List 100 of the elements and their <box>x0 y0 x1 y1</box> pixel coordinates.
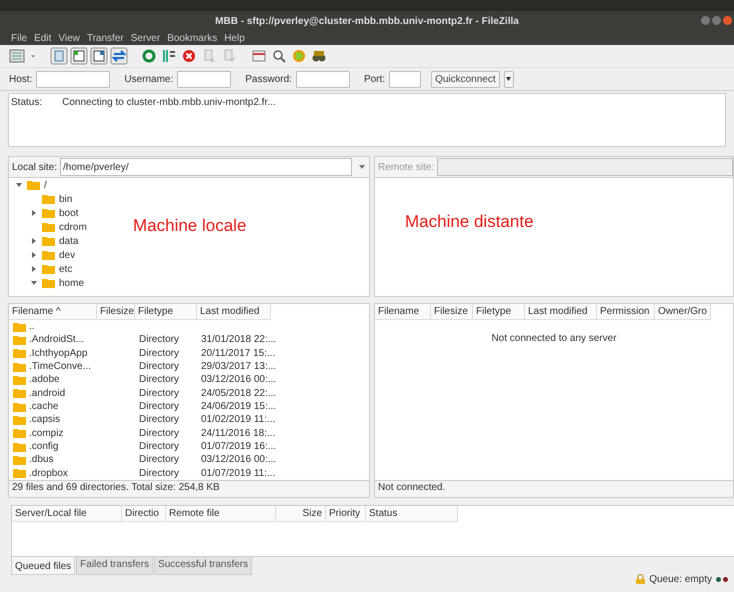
column-header[interactable]: Permission <box>597 304 655 319</box>
file-date: 24/11/2016 18:... <box>201 428 276 439</box>
field-label: Host: <box>9 74 32 84</box>
caret-icon <box>506 77 512 81</box>
quickconnect-button[interactable]: Quickconnect <box>431 70 500 88</box>
input-field[interactable] <box>177 70 232 88</box>
column-header[interactable]: Filename ^ <box>9 304 97 319</box>
file-name[interactable]: .android <box>29 388 66 399</box>
column-header[interactable]: Filetype <box>473 304 525 319</box>
input-field[interactable] <box>36 70 110 88</box>
dropdown-button[interactable] <box>504 70 514 88</box>
file-name[interactable]: .AndroidSt... <box>29 334 84 346</box>
file-type: Directory <box>139 401 180 412</box>
file-type: Directory <box>139 348 180 359</box>
tree-item[interactable]: / <box>44 180 47 190</box>
folder-icon <box>42 264 55 274</box>
site-manager-icon[interactable] <box>10 50 24 62</box>
transfer-queue-toggle-icon[interactable] <box>110 48 128 64</box>
file-type: Directory <box>139 414 180 426</box>
tree-item[interactable]: cdrom <box>59 222 87 232</box>
column-header[interactable]: Last modified <box>525 304 597 319</box>
expander-icon[interactable] <box>16 182 22 188</box>
caret-icon[interactable] <box>31 55 35 58</box>
file-name[interactable]: .TimeConve... <box>29 361 91 372</box>
column-header[interactable]: Directio <box>122 506 166 521</box>
menu-item[interactable]: Edit <box>34 32 52 44</box>
menu-item[interactable]: Server <box>130 32 160 44</box>
menu-item[interactable]: View <box>58 32 80 44</box>
folder-icon <box>13 428 26 438</box>
folder-icon <box>42 222 55 232</box>
tree-item[interactable]: dev <box>59 250 76 260</box>
path-field[interactable]: /home/pverley/ <box>60 158 352 176</box>
local-tree-toggle-icon[interactable] <box>70 48 88 64</box>
file-name[interactable]: .compiz <box>29 428 64 439</box>
folder-icon <box>13 468 26 478</box>
column-header[interactable]: Filename <box>375 304 431 319</box>
refresh-icon[interactable] <box>142 50 156 62</box>
tree-item[interactable]: home <box>59 278 84 288</box>
queue-status: Queue: empty <box>649 574 712 584</box>
expander-icon[interactable] <box>31 252 37 258</box>
close-icon[interactable] <box>723 16 732 25</box>
column-header[interactable]: Size <box>276 506 326 521</box>
expander-icon[interactable] <box>31 238 37 244</box>
folder-icon <box>13 442 26 452</box>
expander-icon[interactable] <box>31 266 37 272</box>
cancel-icon[interactable] <box>183 50 195 62</box>
expander-icon[interactable] <box>31 210 37 216</box>
tab[interactable]: Queued files <box>11 557 76 575</box>
column-header[interactable]: Status <box>366 506 458 521</box>
file-name[interactable]: .capsis <box>29 414 60 426</box>
tree-item[interactable]: data <box>59 236 78 246</box>
file-name[interactable]: .dbus <box>29 454 54 466</box>
column-header[interactable]: Last modified <box>197 304 271 319</box>
column-header[interactable]: Filesize <box>431 304 473 319</box>
tree-item[interactable]: bin <box>59 194 72 204</box>
column-header[interactable]: Remote file <box>166 506 276 521</box>
column-header[interactable]: Filetype <box>135 304 197 319</box>
file-date: 03/12/2016 00:... <box>201 454 276 466</box>
file-name[interactable]: .. <box>29 321 35 332</box>
tab[interactable]: Failed transfers <box>76 557 154 575</box>
input-field[interactable] <box>389 70 422 88</box>
file-date: 01/07/2019 11:... <box>201 468 276 479</box>
column-header[interactable]: Filesize <box>97 304 135 319</box>
folder-icon <box>13 414 26 425</box>
file-name[interactable]: .config <box>29 441 58 452</box>
file-name[interactable]: .cache <box>29 401 58 412</box>
menu-item[interactable]: File <box>11 32 28 44</box>
column-header[interactable]: Owner/Gro <box>655 304 711 319</box>
file-type: Directory <box>139 334 180 346</box>
minimize-icon[interactable] <box>701 16 710 25</box>
file-name[interactable]: .adobe <box>29 374 60 386</box>
message-log-toggle-icon[interactable] <box>50 48 68 64</box>
window-title: MBB - sftp://pverley@cluster-mbb.mbb.univ-montp2.fr - FileZilla <box>215 16 519 26</box>
expander-icon[interactable] <box>31 280 37 286</box>
folder-icon <box>42 250 55 260</box>
menu-item[interactable]: Transfer <box>86 32 124 44</box>
search-icon[interactable] <box>273 50 286 63</box>
remote-tree-toggle-icon[interactable] <box>90 48 108 64</box>
menu-item[interactable]: Bookmarks <box>167 32 218 44</box>
folder-icon <box>27 180 40 190</box>
binoculars-icon[interactable] <box>312 51 326 62</box>
file-date: 24/06/2019 15:... <box>201 401 276 412</box>
folder-icon <box>13 362 26 372</box>
input-field[interactable] <box>296 70 350 88</box>
file-date: 29/03/2017 13:... <box>201 361 276 372</box>
path-field[interactable] <box>437 158 733 176</box>
file-type: Directory <box>139 374 180 386</box>
file-type: Directory <box>139 468 180 479</box>
folder-icon <box>42 236 55 246</box>
tree-item[interactable]: etc <box>59 264 72 274</box>
column-header[interactable]: Server/Local file <box>12 506 122 521</box>
tab[interactable]: Successful transfers <box>154 557 252 575</box>
file-type: Directory <box>139 388 180 399</box>
file-name[interactable]: .IchthyopApp <box>29 348 88 359</box>
maximize-icon[interactable] <box>712 16 721 25</box>
column-header[interactable]: Priority <box>326 506 366 521</box>
menu-item[interactable]: Help <box>224 32 245 44</box>
tree-item[interactable]: boot <box>59 208 78 218</box>
file-name[interactable]: .dropbox <box>29 468 68 479</box>
site-label: Remote site: <box>378 162 434 172</box>
